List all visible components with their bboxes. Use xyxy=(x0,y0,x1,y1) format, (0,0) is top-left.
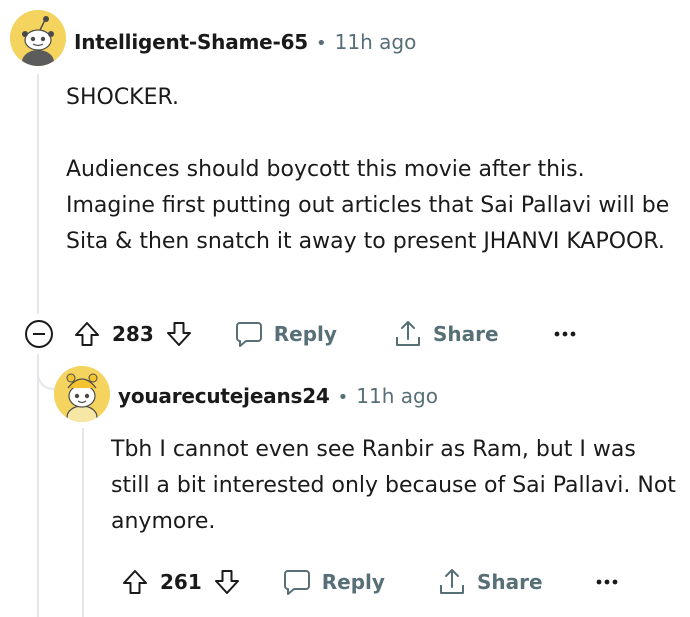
more-icon xyxy=(554,331,575,337)
downvote-icon[interactable] xyxy=(212,567,242,597)
reply-timestamp[interactable]: 11h ago xyxy=(356,384,438,408)
share-button[interactable]: Share xyxy=(393,319,499,349)
thread-line-reply[interactable] xyxy=(82,428,84,617)
comment-icon xyxy=(234,319,264,349)
share-label: Share xyxy=(476,570,543,594)
reply-avatar[interactable] xyxy=(54,366,110,422)
reply-username[interactable]: youarecutejeans24 xyxy=(118,384,330,408)
more-options-button[interactable] xyxy=(553,330,577,338)
share-icon xyxy=(393,319,423,349)
username[interactable]: Intelligent-Shame-65 xyxy=(74,30,308,54)
upvote-icon[interactable] xyxy=(120,567,150,597)
reply-label: Reply xyxy=(321,570,385,594)
collapse-icon[interactable] xyxy=(24,319,54,349)
reply-action-bar: 261 Reply Share xyxy=(120,564,619,600)
reply-paragraph: Tbh I cannot even see Ranbir as Ram, but… xyxy=(111,437,676,534)
snoo-avatar-icon xyxy=(10,10,66,66)
more-options-button[interactable] xyxy=(595,578,619,586)
separator-dot: • xyxy=(316,33,327,54)
comment-paragraph: SHOCKER. xyxy=(66,85,180,110)
thread-line-main-lower[interactable] xyxy=(37,354,39,617)
downvote-icon[interactable] xyxy=(164,319,194,349)
share-label: Share xyxy=(432,322,499,346)
avatar[interactable] xyxy=(10,10,66,66)
comment-action-bar: 283 Reply Share xyxy=(24,316,577,352)
vote-count: 283 xyxy=(112,322,154,346)
reply-button[interactable]: Reply xyxy=(234,319,337,349)
share-button[interactable]: Share xyxy=(437,567,543,597)
share-icon xyxy=(437,567,467,597)
reply-button[interactable]: Reply xyxy=(282,567,385,597)
more-icon xyxy=(596,579,617,585)
reply-label: Reply xyxy=(273,322,337,346)
comment-paragraph: Audiences should boycott this movie afte… xyxy=(66,157,670,254)
vote-count: 261 xyxy=(160,570,202,594)
upvote-icon[interactable] xyxy=(72,319,102,349)
thread-line-main[interactable] xyxy=(37,74,39,314)
separator-dot: • xyxy=(337,387,349,408)
reply-body: Tbh I cannot even see Ranbir as Ram, but… xyxy=(111,432,676,540)
comment-icon xyxy=(282,567,312,597)
snoo-avatar-icon xyxy=(54,366,110,422)
comment-header: Intelligent-Shame-65 • 11h ago xyxy=(74,30,416,54)
timestamp[interactable]: 11h ago xyxy=(335,30,417,54)
comment-body: SHOCKER. Audiences should boycott this m… xyxy=(66,80,676,260)
reply-header: youarecutejeans24 • 11h ago xyxy=(118,384,438,408)
